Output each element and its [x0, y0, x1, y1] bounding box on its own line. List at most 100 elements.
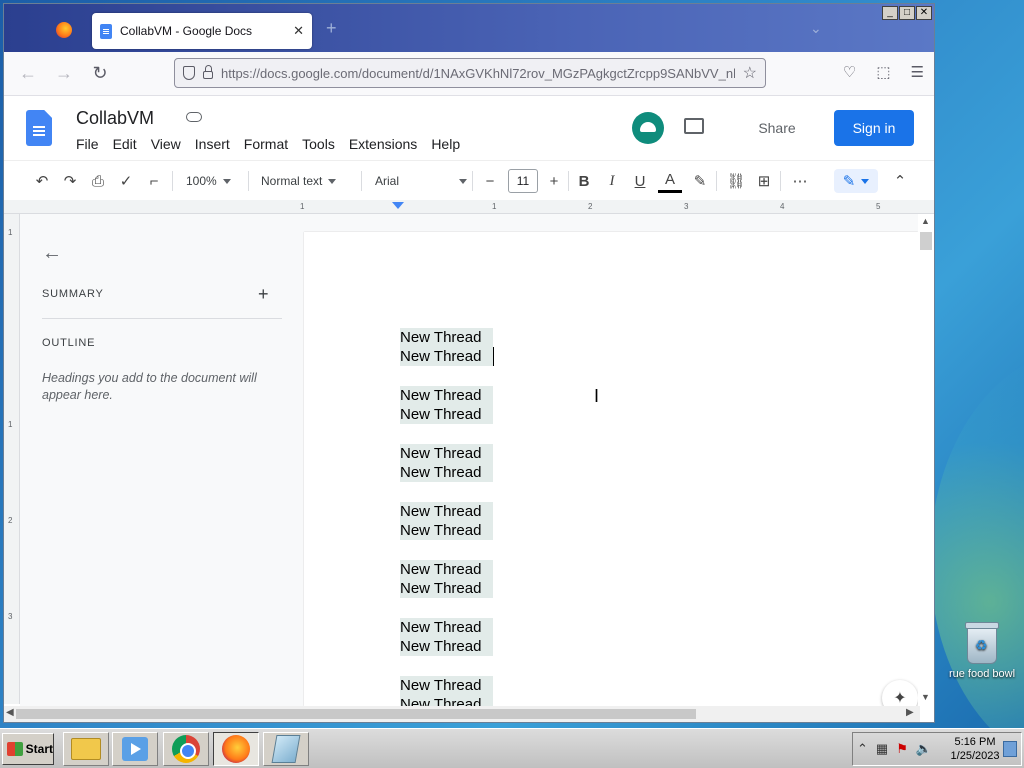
clock[interactable]: 5:16 PM 1/25/2023: [949, 735, 1001, 763]
scroll-down-icon[interactable]: ▼: [921, 692, 930, 702]
bookmark-star-icon[interactable]: ☆: [743, 63, 757, 83]
action-center-icon[interactable]: ⚑: [896, 741, 908, 757]
forward-button[interactable]: →: [46, 63, 82, 84]
spellcheck-icon[interactable]: ✓: [114, 169, 138, 193]
document-line[interactable]: New Thread: [400, 463, 494, 482]
tracking-shield-icon[interactable]: [183, 66, 195, 80]
scroll-left-icon[interactable]: ◀: [6, 707, 14, 718]
text-color-button[interactable]: A: [658, 169, 682, 193]
show-hidden-icons-icon[interactable]: ⌃: [857, 741, 868, 757]
start-button[interactable]: Start: [2, 733, 54, 765]
maximize-button[interactable]: □: [899, 6, 915, 20]
horizontal-scrollbar[interactable]: ◀ ▶: [4, 706, 920, 722]
network-icon[interactable]: ▦: [876, 741, 888, 757]
anonymous-avatar[interactable]: [632, 112, 664, 144]
menu-format[interactable]: Format: [244, 136, 288, 152]
menu-view[interactable]: View: [151, 136, 181, 152]
font-select[interactable]: Arial: [375, 169, 467, 193]
add-comment-icon[interactable]: ⊞: [752, 169, 776, 193]
document-line[interactable]: New Thread: [400, 618, 494, 637]
document-line[interactable]: New Thread: [400, 405, 494, 424]
menu-help[interactable]: Help: [431, 136, 460, 152]
redo-icon[interactable]: ↷: [58, 169, 82, 193]
paint-format-icon[interactable]: ⌐: [142, 169, 166, 193]
toolbar-divider: [361, 171, 362, 191]
document-line[interactable]: New Thread: [400, 347, 495, 366]
indent-marker-icon[interactable]: [392, 202, 404, 209]
minimize-button[interactable]: _: [882, 6, 898, 20]
vertical-scroll-thumb[interactable]: [920, 232, 932, 250]
taskbar-media-player[interactable]: [112, 732, 158, 766]
recycle-bin-shortcut[interactable]: rue food bowl: [944, 622, 1020, 680]
document-line[interactable]: New Thread: [400, 676, 494, 695]
menu-tools[interactable]: Tools: [302, 136, 335, 152]
volume-icon[interactable]: 🔈: [916, 741, 932, 757]
zoom-value: 100%: [186, 174, 217, 188]
tab-close-icon[interactable]: ✕: [293, 23, 304, 39]
reload-button[interactable]: ↻: [82, 63, 118, 84]
undo-icon[interactable]: ↶: [30, 169, 54, 193]
menu-insert[interactable]: Insert: [195, 136, 230, 152]
scroll-up-icon[interactable]: ▲: [921, 216, 930, 226]
taskbar-firefox[interactable]: [213, 732, 259, 766]
horizontal-scroll-thumb[interactable]: [16, 709, 696, 719]
docs-logo-icon[interactable]: [26, 110, 52, 146]
lock-icon[interactable]: [203, 65, 213, 79]
insert-link-icon[interactable]: ⛓: [724, 169, 748, 193]
extensions-icon[interactable]: ⬚: [876, 63, 890, 81]
new-tab-button[interactable]: +: [326, 18, 337, 39]
document-line[interactable]: New Thread: [400, 386, 494, 405]
url-bar[interactable]: https://docs.google.com/document/d/1NAxG…: [174, 58, 766, 88]
list-all-tabs-icon[interactable]: ⌄: [810, 20, 822, 37]
document-line[interactable]: New Thread: [400, 521, 494, 540]
document-page[interactable]: New Thread New Thread New Thread New Thread…: [304, 232, 918, 714]
add-summary-icon[interactable]: +: [258, 284, 269, 305]
menu-edit[interactable]: Edit: [113, 136, 137, 152]
bold-button[interactable]: B: [572, 169, 596, 193]
sign-in-button[interactable]: Sign in: [834, 110, 914, 146]
document-title[interactable]: CollabVM: [76, 108, 154, 129]
cloud-status-icon[interactable]: [186, 112, 202, 122]
recycle-bin-label: rue food bowl: [948, 668, 1016, 680]
highlight-color-icon[interactable]: ✎: [688, 169, 712, 193]
font-size-input[interactable]: 11: [508, 169, 538, 193]
vertical-scrollbar[interactable]: ▲ ▼: [918, 214, 934, 708]
back-button[interactable]: ←: [10, 63, 46, 84]
windows-flag-icon: [7, 742, 23, 756]
italic-button[interactable]: I: [600, 169, 624, 193]
scroll-right-icon[interactable]: ▶: [906, 707, 914, 718]
hamburger-menu-icon[interactable]: ☰: [911, 63, 924, 81]
document-line[interactable]: New Thread: [400, 637, 494, 656]
comment-history-icon[interactable]: [684, 118, 704, 134]
taskbar-notepad[interactable]: [263, 732, 309, 766]
taskbar-explorer[interactable]: [63, 732, 109, 766]
increase-font-size-icon[interactable]: +: [542, 169, 566, 193]
firefox-menu-icon[interactable]: [56, 22, 72, 38]
menu-extensions[interactable]: Extensions: [349, 136, 417, 152]
document-line[interactable]: New Thread: [400, 328, 494, 347]
url-text[interactable]: https://docs.google.com/document/d/1NAxG…: [221, 66, 735, 81]
print-icon[interactable]: ⎙: [86, 169, 110, 193]
document-line[interactable]: New Thread: [400, 502, 494, 521]
taskbar-chrome[interactable]: [163, 732, 209, 766]
hide-menus-icon[interactable]: ⌃: [888, 169, 912, 193]
document-line[interactable]: New Thread: [400, 444, 494, 463]
pocket-icon[interactable]: ♡: [843, 63, 856, 81]
underline-button[interactable]: U: [628, 169, 652, 193]
chrome-icon: [172, 735, 200, 763]
more-options-icon[interactable]: ⋯: [788, 169, 812, 193]
close-outline-icon[interactable]: ←: [42, 242, 62, 265]
decrease-font-size-icon[interactable]: −: [478, 169, 502, 193]
editing-mode-button[interactable]: ✎: [834, 169, 878, 193]
share-button[interactable]: Share: [730, 110, 824, 146]
menu-bar: File Edit View Insert Format Tools Exten…: [76, 136, 460, 152]
paragraph-style-select[interactable]: Normal text: [261, 169, 353, 193]
menu-file[interactable]: File: [76, 136, 99, 152]
zoom-select[interactable]: 100%: [186, 169, 242, 193]
system-tray: ⌃ ▦ ⚑ 🔈 5:16 PM 1/25/2023: [852, 732, 1022, 766]
document-line[interactable]: New Thread: [400, 560, 494, 579]
browser-tab-collabvm[interactable]: CollabVM - Google Docs ✕: [92, 13, 312, 49]
show-desktop-button[interactable]: [1003, 741, 1017, 757]
close-button[interactable]: ✕: [916, 6, 932, 20]
document-line[interactable]: New Thread: [400, 579, 494, 598]
